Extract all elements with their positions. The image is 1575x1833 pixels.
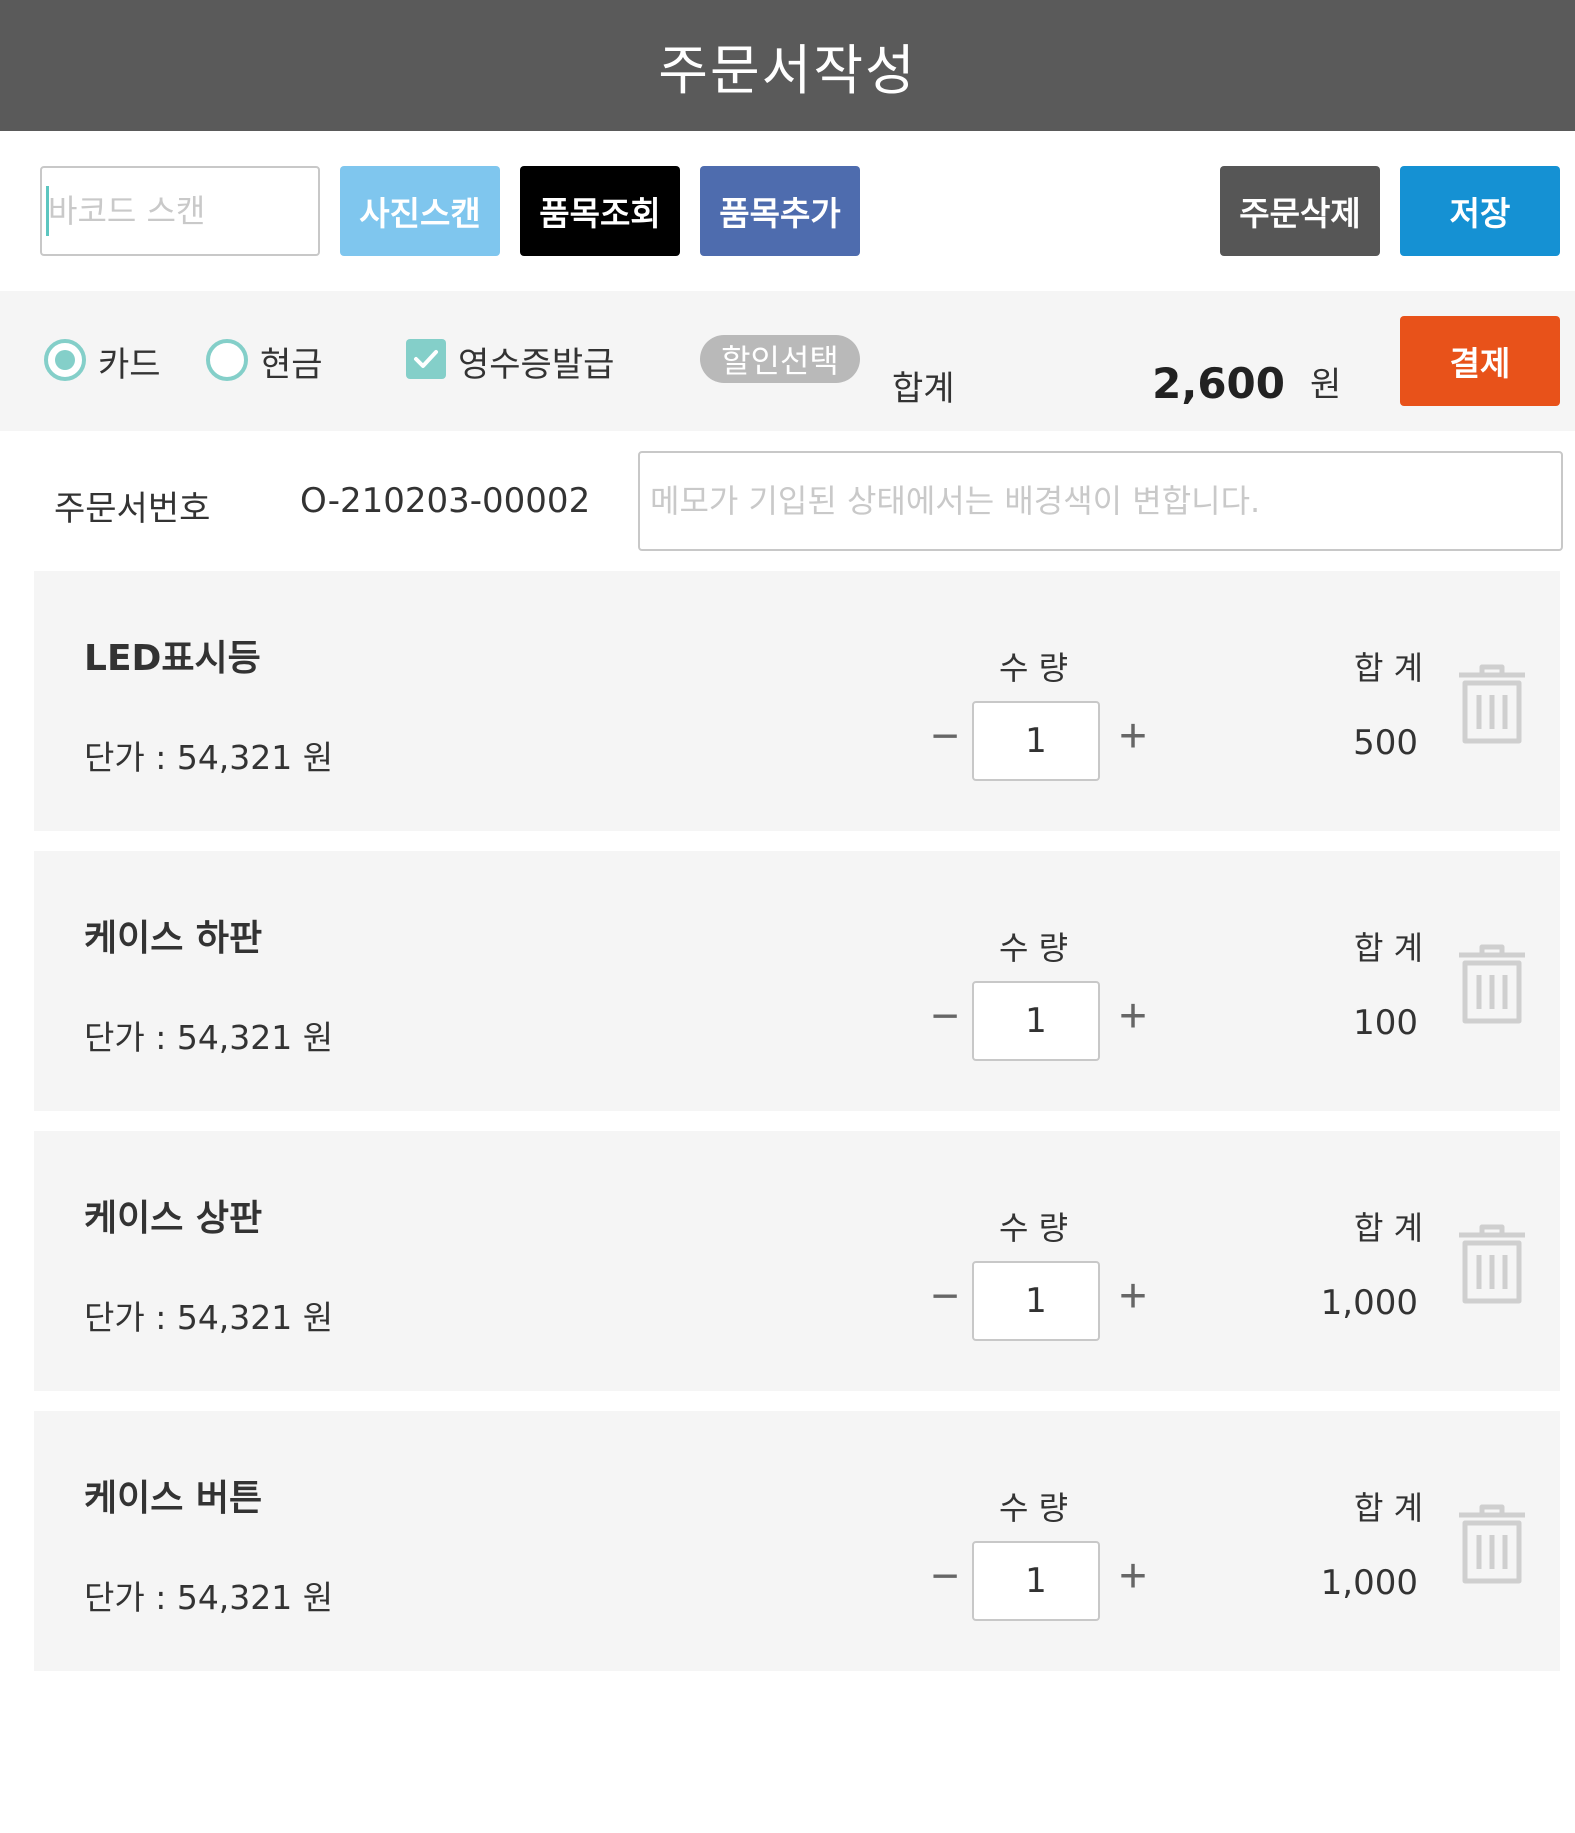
cash-label[interactable]: 현금 xyxy=(260,337,323,386)
order-number-value: O-210203-00002 xyxy=(300,481,591,521)
photo-scan-button[interactable]: 사진스캔 xyxy=(340,166,500,256)
payment-bar: 카드 현금 영수증발급 할인선택 합계 2,600 원 결제 xyxy=(0,291,1575,431)
trash-icon[interactable] xyxy=(1456,663,1528,745)
quantity-input[interactable] xyxy=(972,1261,1100,1341)
quantity-input[interactable] xyxy=(972,701,1100,781)
minus-icon[interactable]: − xyxy=(920,1270,970,1323)
toolbar: 사진스캔 품목조회 품목추가 주문삭제 저장 xyxy=(0,131,1575,291)
text-cursor xyxy=(46,186,49,236)
line-total-label: 합 계 xyxy=(1354,649,1424,687)
order-item: LED표시등 단가 : 54,321 원 수 량 합 계 − + 500 xyxy=(34,571,1560,831)
item-name: LED표시등 xyxy=(84,638,261,679)
total-currency-unit: 원 xyxy=(1310,365,1342,405)
item-unit-price: 단가 : 54,321 원 xyxy=(84,1578,334,1617)
pay-button[interactable]: 결제 xyxy=(1400,316,1560,406)
barcode-input[interactable] xyxy=(40,166,320,256)
minus-icon[interactable]: − xyxy=(920,710,970,763)
check-icon xyxy=(414,350,438,368)
minus-icon[interactable]: − xyxy=(920,990,970,1043)
item-lookup-button[interactable]: 품목조회 xyxy=(520,166,680,256)
order-number-label: 주문서번호 xyxy=(54,489,211,529)
quantity-label: 수 량 xyxy=(999,929,1069,967)
plus-icon[interactable]: + xyxy=(1108,990,1158,1043)
plus-icon[interactable]: + xyxy=(1108,710,1158,763)
item-add-button[interactable]: 품목추가 xyxy=(700,166,860,256)
plus-icon[interactable]: + xyxy=(1108,1550,1158,1603)
item-name: 케이스 상판 xyxy=(84,1198,263,1239)
item-unit-price: 단가 : 54,321 원 xyxy=(84,1298,334,1337)
quantity-input[interactable] xyxy=(972,981,1100,1061)
total-label: 합계 xyxy=(892,369,955,409)
order-item: 케이스 상판 단가 : 54,321 원 수 량 합 계 − + 1,000 xyxy=(34,1131,1560,1391)
order-item: 케이스 하판 단가 : 54,321 원 수 량 합 계 − + 100 xyxy=(34,851,1560,1111)
line-total-value: 1,000 xyxy=(1320,1283,1418,1323)
line-total-label: 합 계 xyxy=(1354,1209,1424,1247)
line-total-label: 합 계 xyxy=(1354,1489,1424,1527)
plus-icon[interactable]: + xyxy=(1108,1270,1158,1323)
item-name: 케이스 버튼 xyxy=(84,1478,263,1519)
item-name: 케이스 하판 xyxy=(84,918,263,959)
trash-icon[interactable] xyxy=(1456,1503,1528,1585)
line-total-value: 1,000 xyxy=(1320,1563,1418,1603)
minus-icon[interactable]: − xyxy=(920,1550,970,1603)
memo-input[interactable] xyxy=(638,451,1563,551)
title-bar: 주문서작성 xyxy=(0,0,1575,131)
quantity-label: 수 량 xyxy=(999,1489,1069,1527)
order-item: 케이스 버튼 단가 : 54,321 원 수 량 합 계 − + 1,000 xyxy=(34,1411,1560,1671)
quantity-label: 수 량 xyxy=(999,1209,1069,1247)
order-delete-button[interactable]: 주문삭제 xyxy=(1220,166,1380,256)
line-total-value: 100 xyxy=(1353,1003,1418,1043)
page-title: 주문서작성 xyxy=(658,39,917,102)
save-button[interactable]: 저장 xyxy=(1400,166,1560,256)
receipt-checkbox[interactable] xyxy=(406,339,446,379)
receipt-label[interactable]: 영수증발급 xyxy=(458,337,614,386)
discount-select-button[interactable]: 할인선택 xyxy=(700,335,860,383)
card-label[interactable]: 카드 xyxy=(98,337,161,386)
order-info-row: 주문서번호 O-210203-00002 xyxy=(0,431,1575,571)
cash-radio[interactable] xyxy=(206,339,248,381)
item-unit-price: 단가 : 54,321 원 xyxy=(84,738,334,777)
item-unit-price: 단가 : 54,321 원 xyxy=(84,1018,334,1057)
trash-icon[interactable] xyxy=(1456,943,1528,1025)
trash-icon[interactable] xyxy=(1456,1223,1528,1305)
card-radio[interactable] xyxy=(44,339,86,381)
quantity-input[interactable] xyxy=(972,1541,1100,1621)
line-total-label: 합 계 xyxy=(1354,929,1424,967)
line-total-value: 500 xyxy=(1353,723,1418,763)
quantity-label: 수 량 xyxy=(999,649,1069,687)
total-amount: 2,600 xyxy=(1152,359,1285,408)
